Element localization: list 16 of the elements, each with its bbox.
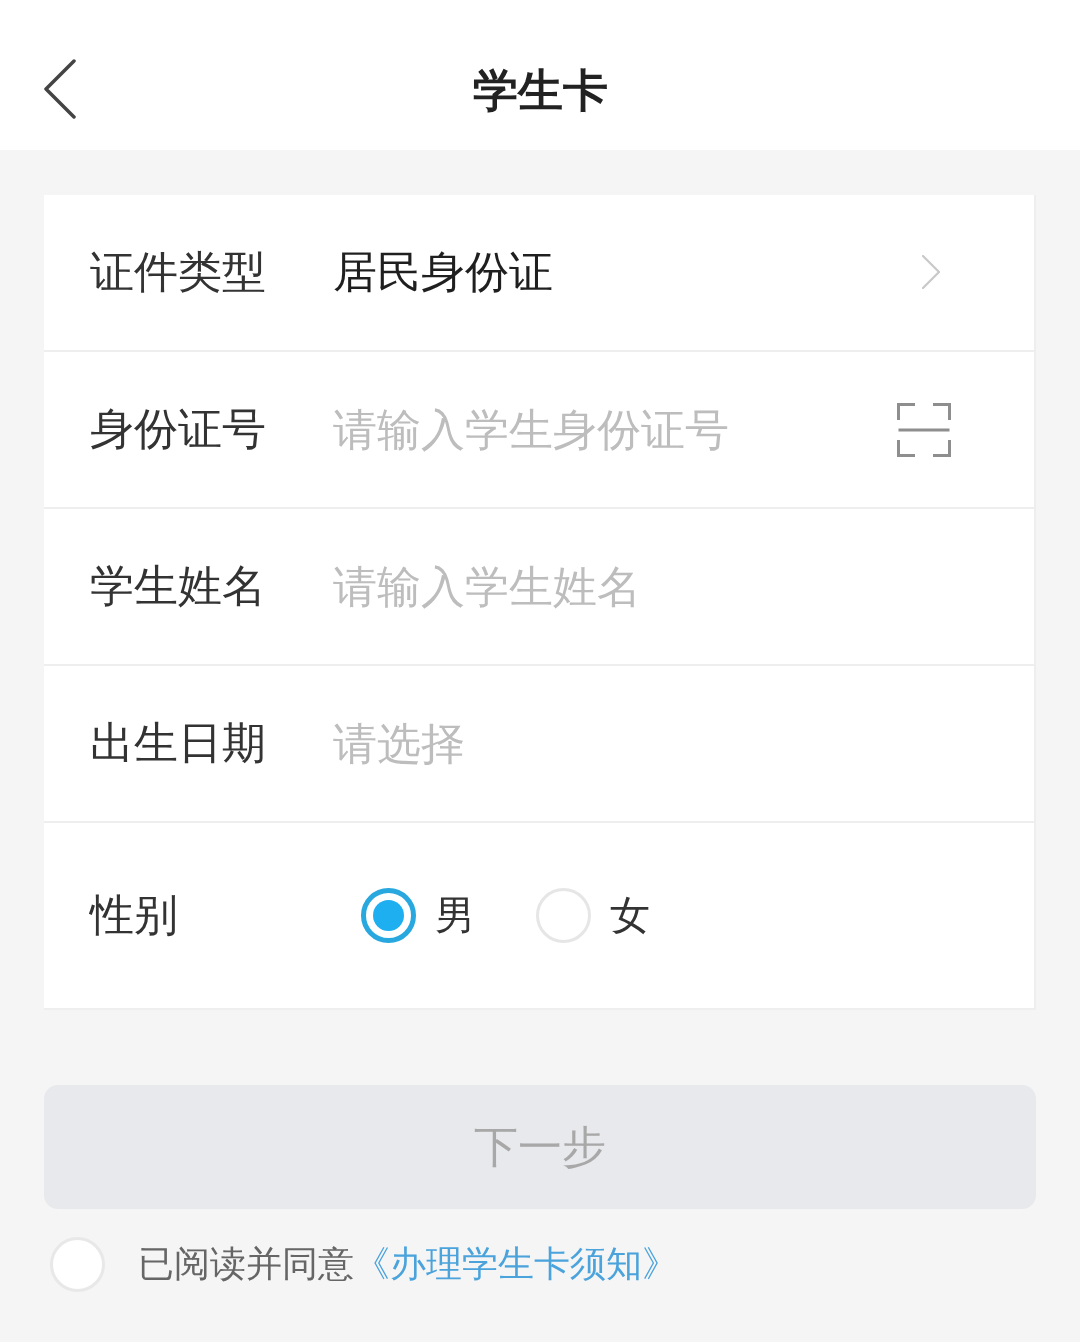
field-label: 性别 [90,889,179,942]
agreement-text: 已阅读并同意 [138,1242,354,1286]
name-input[interactable]: 请输入学生姓名 [333,556,951,617]
field-label: 身份证号 [90,403,267,456]
page-title: 学生卡 [472,67,608,113]
scan-icon[interactable] [897,402,951,457]
gender-option[interactable]: 女 [536,888,650,943]
back-icon[interactable] [44,59,76,119]
id-type-select[interactable]: 居民身份证 [333,246,951,299]
chevron-right-icon [922,255,940,290]
id-number-input[interactable]: 请输入学生身份证号 [333,399,897,460]
field-label: 学生姓名 [90,560,267,613]
field-label: 证件类型 [90,246,267,299]
field-label: 出生日期 [90,717,267,770]
date-picker-field[interactable]: 请选择 [333,713,951,774]
gender-option[interactable]: 男 [361,888,475,943]
